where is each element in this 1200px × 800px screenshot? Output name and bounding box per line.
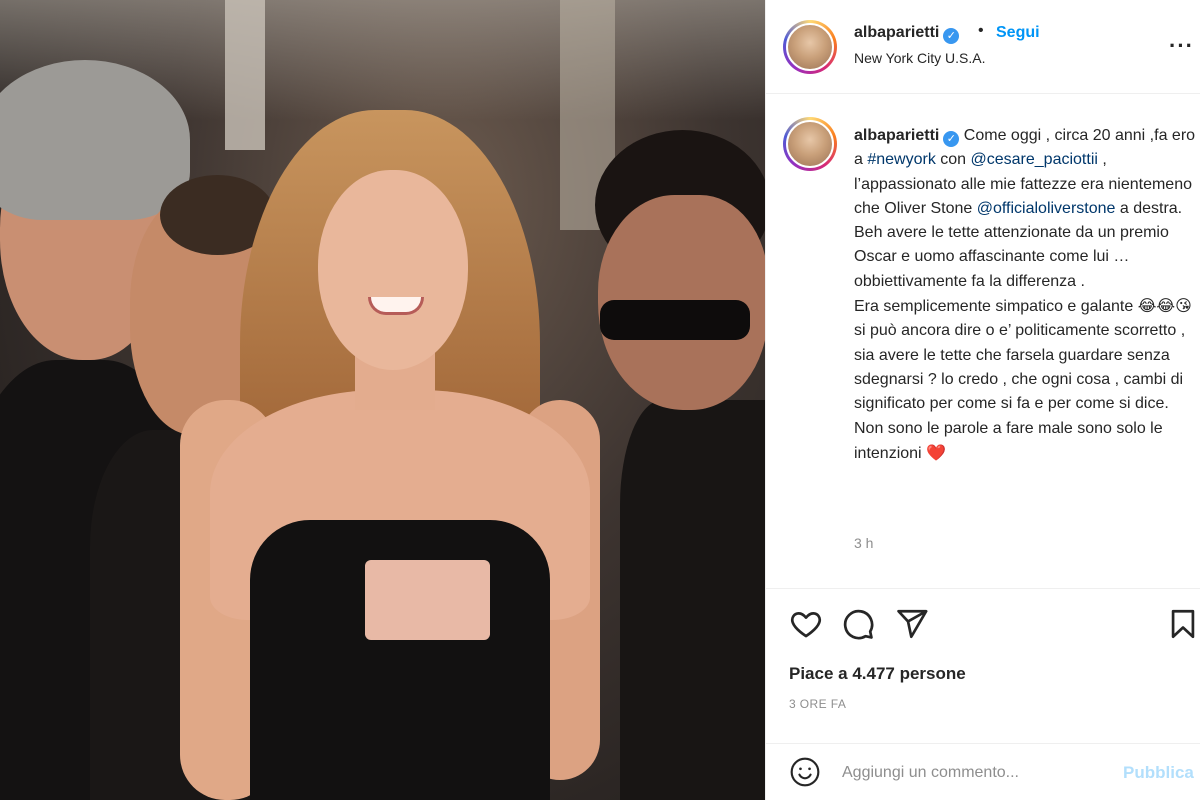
post-header: albaparietti ✓ • Segui New York City U.S.… bbox=[766, 0, 1200, 94]
woman-dress-inset bbox=[365, 560, 490, 640]
post-actions: Piace a 4.477 persone 3 ORE FA bbox=[766, 588, 1200, 743]
post-photo[interactable] bbox=[0, 0, 765, 800]
publish-button[interactable]: Pubblica bbox=[1123, 763, 1194, 783]
verified-badge-icon: ✓ bbox=[943, 131, 960, 147]
caption-text: Era semplicemente simpatico e galante bbox=[854, 298, 1138, 316]
location-link[interactable]: New York City U.S.A. bbox=[854, 50, 986, 66]
separator-dot: • bbox=[978, 22, 984, 39]
caption-text: a destra. bbox=[1115, 199, 1183, 217]
post-side-panel: albaparietti ✓ • Segui New York City U.S.… bbox=[765, 0, 1200, 800]
comment-bar: Pubblica bbox=[766, 743, 1200, 800]
photo-door-left bbox=[225, 0, 265, 150]
share-icon[interactable] bbox=[895, 607, 929, 641]
caption-username[interactable]: albaparietti bbox=[854, 127, 939, 144]
emoji-laughing-icon: 😂😂😘 bbox=[1137, 296, 1192, 316]
heart-icon[interactable] bbox=[789, 607, 823, 641]
smiley-icon[interactable] bbox=[789, 756, 821, 788]
woman-face bbox=[318, 170, 468, 370]
comment-input[interactable] bbox=[842, 759, 1112, 787]
bookmark-icon[interactable] bbox=[1166, 607, 1200, 641]
person-right-body bbox=[620, 400, 765, 800]
header-username-wrap[interactable]: albaparietti ✓ bbox=[854, 24, 960, 44]
post-caption: albaparietti ✓ Come oggi , circa 20 anni … bbox=[854, 124, 1199, 466]
verified-badge-icon: ✓ bbox=[943, 28, 960, 44]
caption-text: Beh avere le tette attenzionate da un pr… bbox=[854, 224, 1169, 290]
hashtag-link[interactable]: #newyork bbox=[867, 151, 935, 168]
person-right-glasses bbox=[600, 300, 750, 340]
mention-link[interactable]: @officialoliverstone bbox=[977, 200, 1116, 217]
post-time[interactable]: 3 ORE FA bbox=[789, 697, 846, 711]
caption-text: si può ancora dire o e’ politicamente sc… bbox=[854, 322, 1186, 462]
caption-timestamp: 3 h bbox=[854, 535, 874, 551]
likes-count[interactable]: Piace a 4.477 persone bbox=[789, 664, 966, 684]
mention-link[interactable]: @cesare_paciottii bbox=[971, 151, 1098, 168]
caption-avatar[interactable] bbox=[783, 117, 837, 171]
profile-avatar[interactable] bbox=[783, 20, 837, 74]
header-username[interactable]: albaparietti bbox=[854, 24, 939, 41]
follow-button[interactable]: Segui bbox=[996, 24, 1040, 42]
more-options-icon[interactable]: ··· bbox=[1169, 33, 1194, 59]
comment-icon[interactable] bbox=[841, 607, 875, 641]
heart-emoji-icon: ❤️ bbox=[926, 442, 946, 462]
caption-text: con bbox=[935, 151, 971, 169]
